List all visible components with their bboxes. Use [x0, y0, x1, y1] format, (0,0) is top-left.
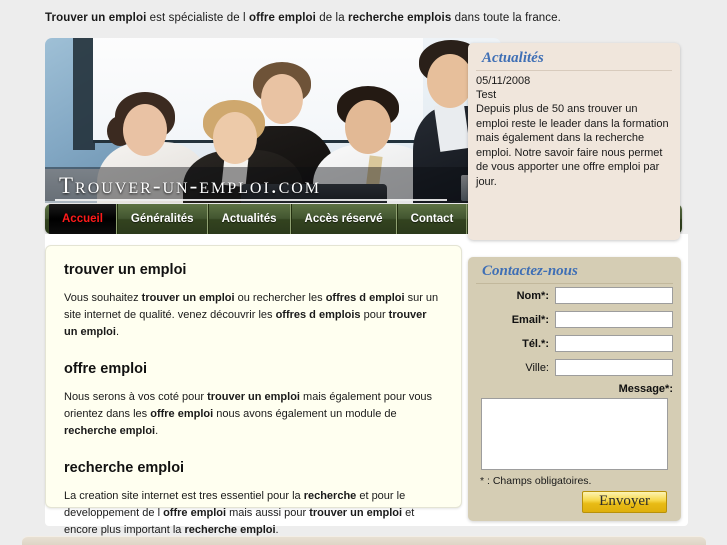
form-row-nom: Nom*: — [476, 287, 673, 304]
hero-person-head — [427, 54, 473, 108]
contact-panel: Contactez-nous Nom*: Email*: Tél.*: Vill… — [468, 257, 681, 521]
text-strong: offre emploi — [150, 408, 214, 420]
news-body: Depuis plus de 50 ans trouver un emploi … — [476, 103, 669, 188]
text-strong: offres d emploi — [325, 292, 405, 304]
heading-trouver-un-emploi: trouver un emploi — [64, 262, 187, 278]
text-strong: recherche — [303, 490, 357, 502]
hero-person-shirt — [433, 102, 471, 152]
news-date: 05/11/2008 — [476, 75, 531, 87]
footer-strip — [22, 536, 706, 545]
main-content: trouver un emploi Vous souhaitez trouver… — [45, 245, 462, 536]
nav-item-generalites[interactable]: Généralités — [116, 204, 208, 234]
input-nom[interactable] — [555, 287, 673, 304]
tagline-text-2: est spécialiste de l — [146, 12, 249, 24]
text-strong: offres d emplois — [275, 309, 361, 321]
text-frag: mais aussi pour — [226, 507, 310, 519]
form-row-ville: Ville: — [476, 359, 673, 376]
site-logo: Trouver-un-emploi.com — [59, 173, 322, 198]
text-strong: trouver un emploi — [141, 292, 235, 304]
label-nom: Nom*: — [516, 289, 549, 302]
paragraph-trouver-un-emploi: Vous souhaitez trouver un emploi ou rech… — [64, 290, 443, 341]
text-frag: . — [275, 524, 279, 536]
text-frag: pour — [360, 309, 389, 321]
text-frag: Vous souhaitez — [64, 292, 142, 304]
tagline-text-4: de la — [315, 12, 348, 24]
form-row-tel: Tél.*: — [476, 335, 673, 352]
nav-item-contact[interactable]: Contact — [396, 204, 468, 234]
tagline-strong-1: Trouver un emploi — [45, 12, 147, 24]
text-strong: recherche emploi — [64, 425, 156, 437]
hero-person-head — [345, 100, 391, 154]
text-frag: Nous serons à vos coté pour — [64, 391, 208, 403]
input-email[interactable] — [555, 311, 673, 328]
heading-offre-emploi: offre emploi — [64, 361, 147, 377]
hero-banner: Trouver-un-emploi.com — [45, 38, 501, 203]
news-title: Test — [476, 89, 497, 101]
text-strong: offre emploi — [163, 507, 227, 519]
input-ville[interactable] — [555, 359, 673, 376]
tagline-strong-5: recherche emplois — [348, 12, 452, 24]
paragraph-recherche-emploi: La creation site internet est tres essen… — [64, 488, 443, 539]
hero-person-head — [213, 112, 257, 164]
hero-logo-underline — [55, 199, 447, 201]
nav-item-accueil[interactable]: Accueil — [49, 204, 117, 234]
actualites-panel: Actualités 05/11/2008 Test Depuis plus d… — [468, 43, 680, 240]
site-tagline: Trouver un emploi est spécialiste de l o… — [45, 11, 685, 25]
text-frag: . — [115, 326, 120, 338]
heading-recherche-emploi: recherche emploi — [64, 460, 185, 476]
text-strong: trouver un emploi — [309, 507, 403, 519]
actualites-title: Actualités — [476, 50, 672, 71]
tagline-text-6: dans toute la france. — [451, 12, 561, 24]
label-tel: Tél.*: — [522, 337, 549, 350]
text-frag: nous avons également un module de — [213, 408, 397, 420]
form-row-email: Email*: — [476, 311, 673, 328]
paragraph-offre-emploi: Nous serons à vos coté pour trouver un e… — [64, 389, 443, 440]
label-ville: Ville: — [525, 361, 549, 374]
text-frag: . — [155, 425, 159, 437]
hero-person-head — [261, 74, 303, 124]
nav-item-actualites[interactable]: Actualités — [207, 204, 291, 234]
label-email: Email*: — [511, 313, 549, 326]
hero-person-head — [123, 104, 167, 156]
input-tel[interactable] — [555, 335, 673, 352]
text-frag: ou rechercher les — [234, 292, 326, 304]
input-message[interactable] — [481, 398, 668, 470]
text-strong: recherche emploi — [184, 524, 276, 536]
required-fields-note: * : Champs obligatoires. — [480, 475, 592, 487]
text-strong: trouver un emploi — [207, 391, 300, 403]
envoyer-button[interactable]: Envoyer — [582, 491, 667, 513]
label-message: Message*: — [618, 383, 673, 395]
tagline-strong-3: offre emploi — [248, 12, 316, 24]
nav-item-acces-reserve[interactable]: Accès réservé — [290, 204, 397, 234]
text-frag: La creation site internet est tres essen… — [64, 490, 304, 502]
contact-title: Contactez-nous — [476, 263, 673, 284]
submit-row: Envoyer — [476, 491, 673, 513]
